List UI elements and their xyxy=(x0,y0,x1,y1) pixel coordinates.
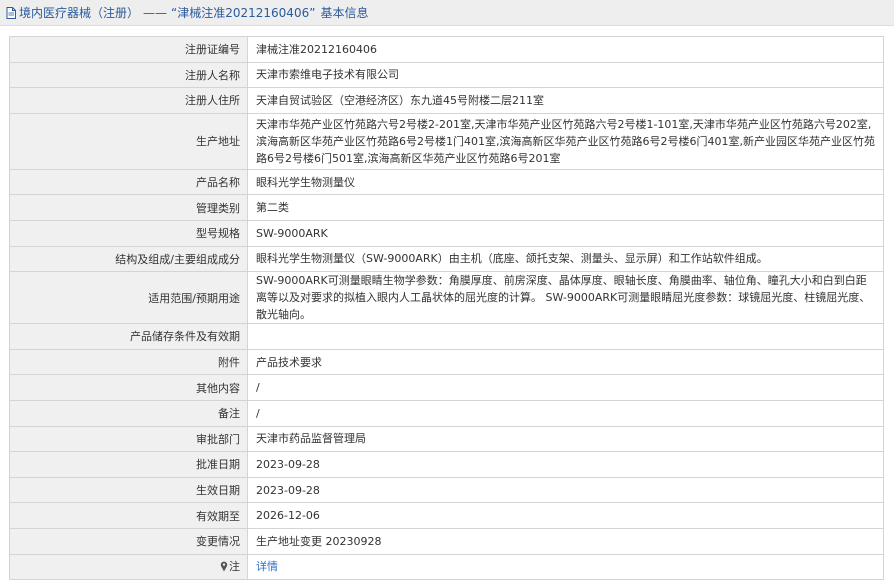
row-value: 生产地址变更 20230928 xyxy=(247,527,884,555)
row-label: 适用范围/预期用途 xyxy=(9,271,248,325)
row-value: 第二类 xyxy=(247,194,884,221)
table-row: 有效期至 2026-12-06 xyxy=(9,502,884,529)
row-label: 生产地址 xyxy=(9,112,248,170)
note-row: 注 详情 xyxy=(9,553,884,581)
detail-table-container: 注册证编号 津械注准20212160406 注册人名称 天津市索维电子技术有限公… xyxy=(9,36,884,581)
row-value: / xyxy=(247,374,884,401)
table-row: 适用范围/预期用途 SW-9000ARK可测量眼睛生物学参数：角膜厚度、前房深度… xyxy=(9,271,884,325)
row-value: 天津市华苑产业区竹苑路六号2号楼2-201室,天津市华苑产业区竹苑路六号2号楼1… xyxy=(247,112,884,170)
table-row: 型号规格 SW-9000ARK xyxy=(9,219,884,247)
table-row: 管理类别 第二类 xyxy=(9,194,884,221)
row-label: 注册人名称 xyxy=(9,61,248,89)
row-label: 附件 xyxy=(9,348,248,376)
header-registration-number: “津械注准20212160406” xyxy=(171,6,316,20)
row-value: SW-9000ARK可测量眼睛生物学参数：角膜厚度、前房深度、晶体厚度、眼轴长度… xyxy=(247,271,884,325)
table-row: 生产地址 天津市华苑产业区竹苑路六号2号楼2-201室,天津市华苑产业区竹苑路六… xyxy=(9,112,884,170)
row-value: 天津市索维电子技术有限公司 xyxy=(247,61,884,89)
header-suffix: 基本信息 xyxy=(320,6,369,20)
row-label: 产品储存条件及有效期 xyxy=(9,323,248,350)
row-label: 批准日期 xyxy=(9,451,248,478)
row-value: / xyxy=(247,399,884,427)
row-value: 眼科光学生物测量仪（SW-9000ARK）由主机（底座、颌托支架、测量头、显示屏… xyxy=(247,245,884,273)
row-value: SW-9000ARK xyxy=(247,219,884,247)
table-row: 注册人名称 天津市索维电子技术有限公司 xyxy=(9,61,884,89)
table-row: 变更情况 生产地址变更 20230928 xyxy=(9,527,884,555)
page-header: 境内医疗器械（注册） —— “津械注准20212160406” 基本信息 xyxy=(0,0,894,26)
row-value: 眼科光学生物测量仪 xyxy=(247,168,884,196)
row-value: 2026-12-06 xyxy=(247,502,884,529)
row-label: 有效期至 xyxy=(9,502,248,529)
table-row: 产品名称 眼科光学生物测量仪 xyxy=(9,168,884,196)
row-label: 管理类别 xyxy=(9,194,248,221)
table-row: 生效日期 2023-09-28 xyxy=(9,476,884,504)
table-row: 其他内容 / xyxy=(9,374,884,401)
row-value: 2023-09-28 xyxy=(247,476,884,504)
table-row: 备注 / xyxy=(9,399,884,427)
row-label: 产品名称 xyxy=(9,168,248,196)
pin-icon xyxy=(220,561,228,575)
table-row: 批准日期 2023-09-28 xyxy=(9,451,884,478)
row-value xyxy=(247,323,884,350)
row-value: 天津市药品监督管理局 xyxy=(247,425,884,453)
row-label: 变更情况 xyxy=(9,527,248,555)
row-label: 审批部门 xyxy=(9,425,248,453)
row-value: 津械注准20212160406 xyxy=(247,36,884,63)
header-category: 境内医疗器械（注册） xyxy=(19,6,140,20)
row-label: 备注 xyxy=(9,399,248,427)
row-value: 天津自贸试验区（空港经济区）东九道45号附楼二层211室 xyxy=(247,87,884,114)
table-row: 结构及组成/主要组成成分 眼科光学生物测量仪（SW-9000ARK）由主机（底座… xyxy=(9,245,884,273)
row-label: 结构及组成/主要组成成分 xyxy=(9,245,248,273)
row-label: 其他内容 xyxy=(9,374,248,401)
row-label: 生效日期 xyxy=(9,476,248,504)
document-icon xyxy=(6,6,16,19)
row-label: 注册证编号 xyxy=(9,36,248,63)
header-separator: —— xyxy=(143,5,168,20)
table-row: 产品储存条件及有效期 xyxy=(9,323,884,350)
table-row: 注册人住所 天津自贸试验区（空港经济区）东九道45号附楼二层211室 xyxy=(9,87,884,114)
detail-table: 注册证编号 津械注准20212160406 注册人名称 天津市索维电子技术有限公… xyxy=(9,36,884,581)
note-label-text: 注 xyxy=(229,560,240,574)
row-label: 注册人住所 xyxy=(9,87,248,114)
table-row: 注册证编号 津械注准20212160406 xyxy=(9,36,884,63)
table-row: 审批部门 天津市药品监督管理局 xyxy=(9,425,884,453)
note-value: 详情 xyxy=(247,553,884,581)
row-value: 2023-09-28 xyxy=(247,451,884,478)
details-link[interactable]: 详情 xyxy=(256,560,278,573)
note-label: 注 xyxy=(9,553,248,581)
table-row: 附件 产品技术要求 xyxy=(9,348,884,376)
row-value: 产品技术要求 xyxy=(247,348,884,376)
row-label: 型号规格 xyxy=(9,219,248,247)
